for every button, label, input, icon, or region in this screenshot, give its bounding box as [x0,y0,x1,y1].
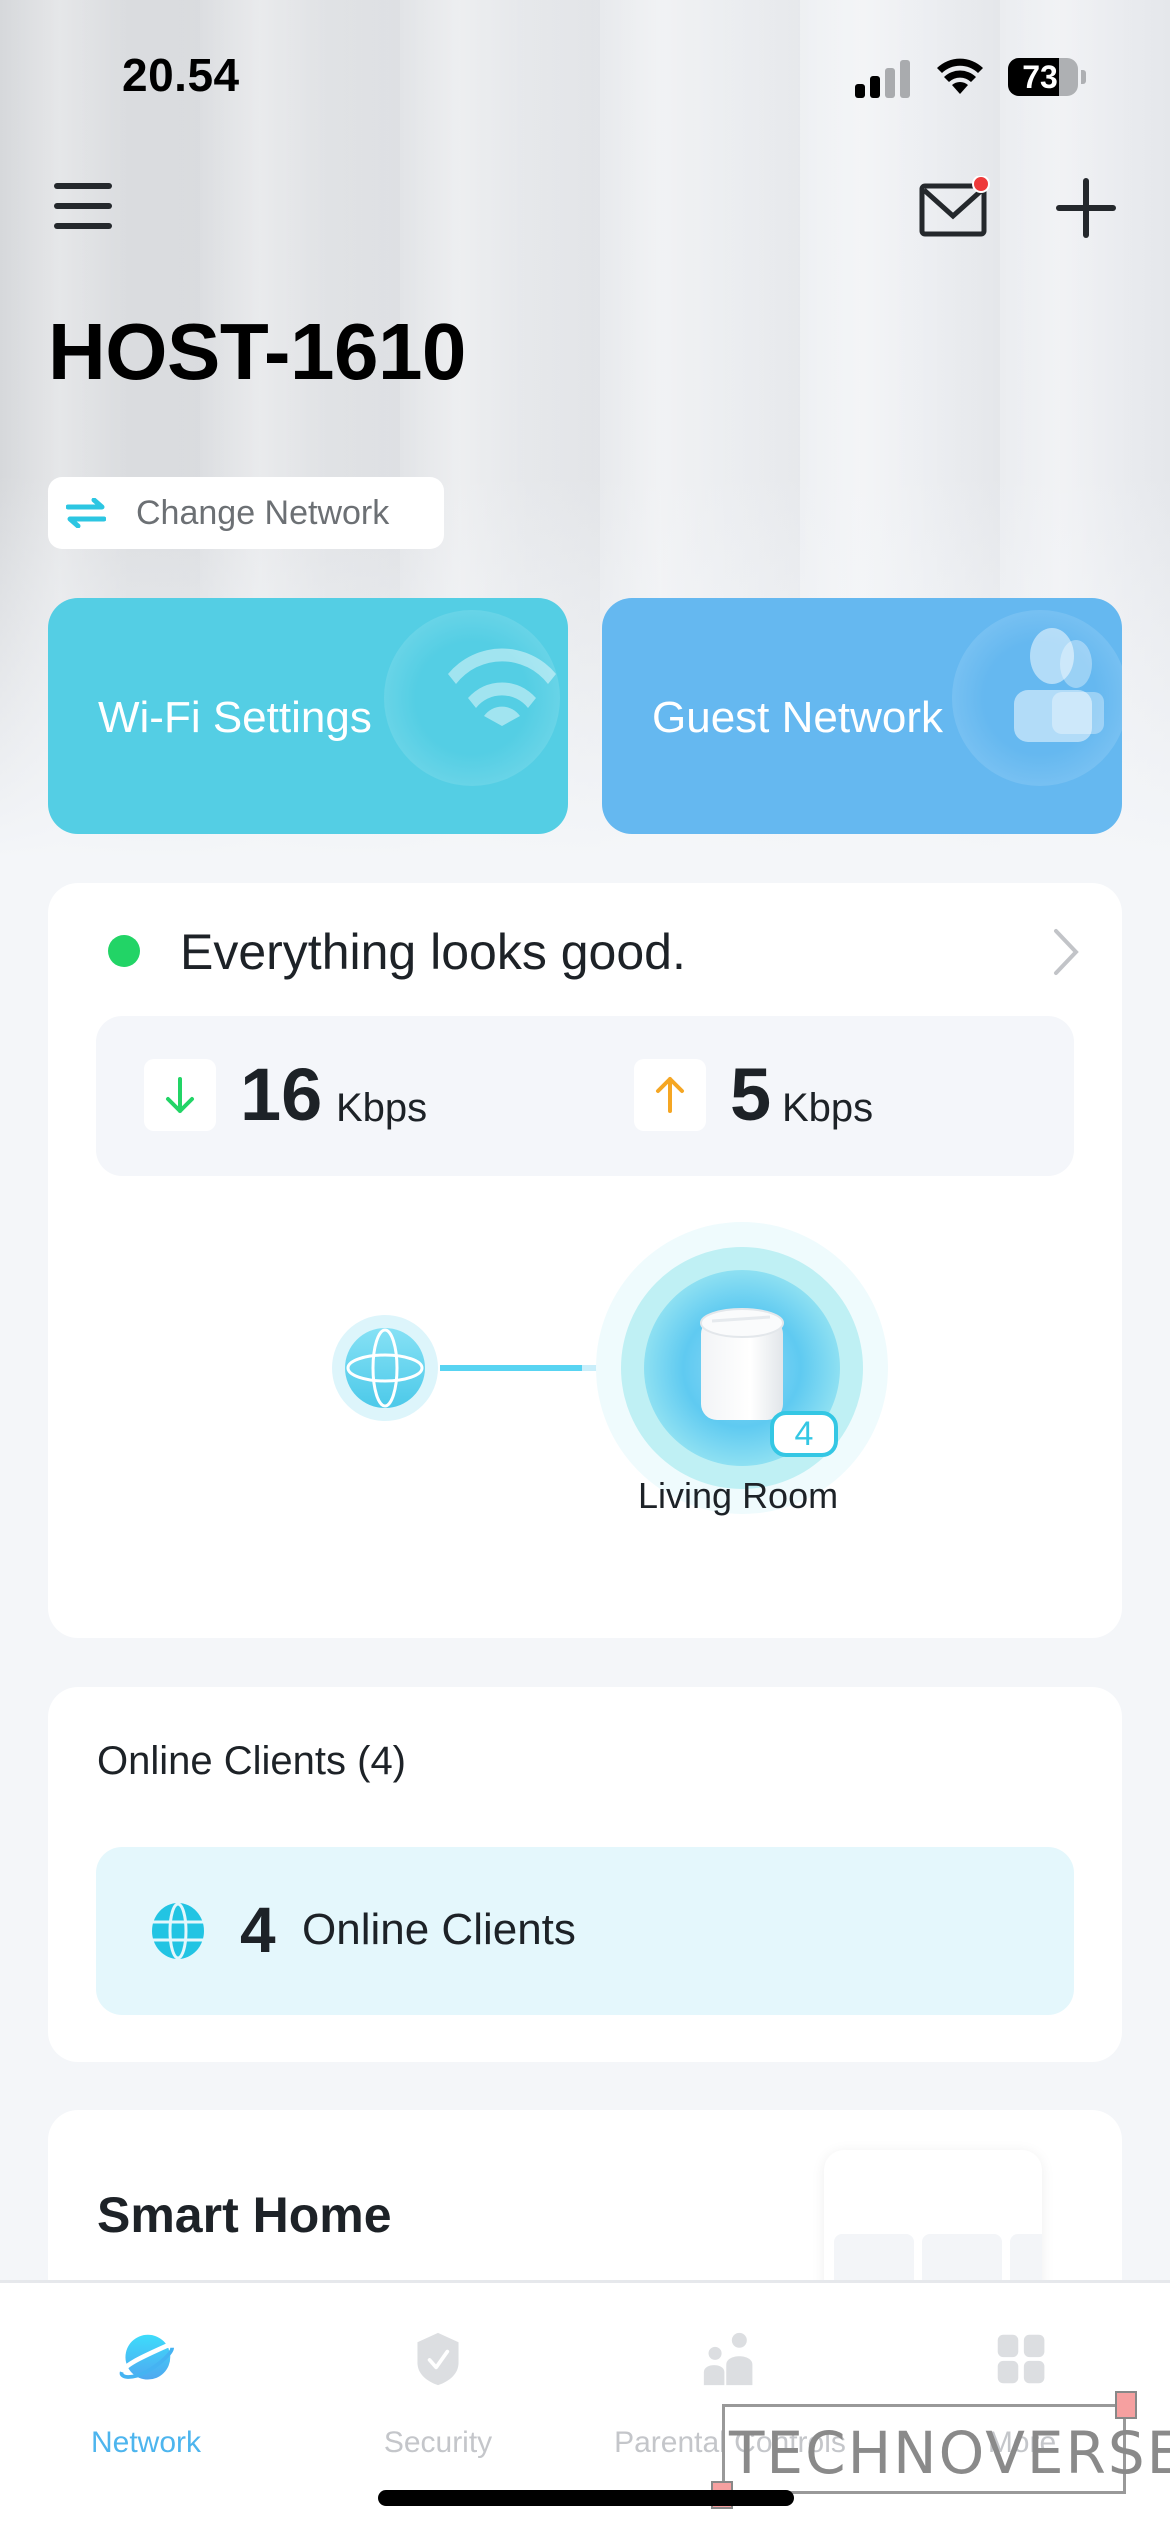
chip-icon [1115,2391,1137,2419]
battery-tip [1081,70,1086,84]
online-clients-title: Online Clients (4) [97,1739,407,1783]
network-status-card: Everything looks good. 16 Kbps 5 Kbps 4 … [48,883,1122,1638]
download-speed-value: 16 [240,1053,323,1136]
battery-percent: 73 [1022,59,1058,95]
upload-arrow-box [634,1059,706,1131]
status-text[interactable]: Everything looks good. [180,923,686,981]
upload-speed-unit: Kbps [782,1086,874,1130]
smart-home-title: Smart Home [97,2187,392,2243]
watermark-logo: TECHNOVERSE [711,2391,1170,2509]
status-indicator-dot [108,935,140,967]
router-node-living-room[interactable] [596,1222,888,1514]
globe-icon [152,1903,204,1959]
router-client-count-badge: 4 [770,1411,838,1457]
guest-network-card[interactable]: Guest Network [602,598,1122,834]
grid-icon [997,2334,1045,2384]
guests-icon [1014,628,1104,742]
messages-button[interactable] [918,175,990,240]
hamburger-menu-icon [54,183,112,189]
router-name-label[interactable]: Living Room [638,1475,838,1517]
menu-button[interactable] [52,180,114,232]
network-name-title: HOST-1610 [48,307,466,396]
online-clients-label: Online Clients [302,1905,576,1954]
mail-icon [919,175,990,237]
download-arrow-icon [166,1077,194,1113]
network-topology [332,1222,888,1514]
battery-icon: 73 [1008,58,1078,96]
tab-security[interactable]: Security [292,2313,584,2463]
tab-network-label: Network [90,2426,202,2459]
router-device-icon [700,1308,784,1420]
shield-check-icon [417,2332,459,2386]
watermark-text: TECHNOVERSE [729,2419,1170,2487]
wifi-icon [448,648,556,726]
change-network-button[interactable]: Change Network [48,477,444,549]
tab-network[interactable]: Network [0,2313,292,2463]
wifi-settings-label: Wi-Fi Settings [98,693,372,742]
connection-line-active [440,1365,582,1371]
online-clients-card: Online Clients (4) 4 Online Clients [48,1687,1122,2062]
add-device-button[interactable] [1054,176,1118,240]
guest-network-label: Guest Network [652,693,943,742]
download-speed-unit: Kbps [336,1086,428,1130]
wifi-status-icon [937,58,983,94]
status-time: 20.54 [122,49,240,101]
wifi-settings-card[interactable]: Wi-Fi Settings [48,598,568,834]
chevron-right-icon[interactable] [1050,927,1080,977]
online-clients-button[interactable]: 4 Online Clients [96,1847,1074,2015]
cellular-signal-icon [855,58,915,98]
home-indicator[interactable] [378,2490,794,2506]
tab-security-label: Security [383,2426,493,2459]
upload-arrow-icon [656,1077,684,1113]
download-arrow-box [144,1059,216,1131]
internet-node[interactable] [332,1315,438,1421]
upload-speed-value: 5 [730,1053,772,1136]
online-clients-count: 4 [240,1894,276,1966]
network-planet-icon [119,2334,174,2380]
swap-arrows-icon [66,498,106,528]
family-icon [703,2332,753,2386]
change-network-label: Change Network [136,493,390,532]
speed-panel: 16 Kbps 5 Kbps [96,1016,1074,1176]
